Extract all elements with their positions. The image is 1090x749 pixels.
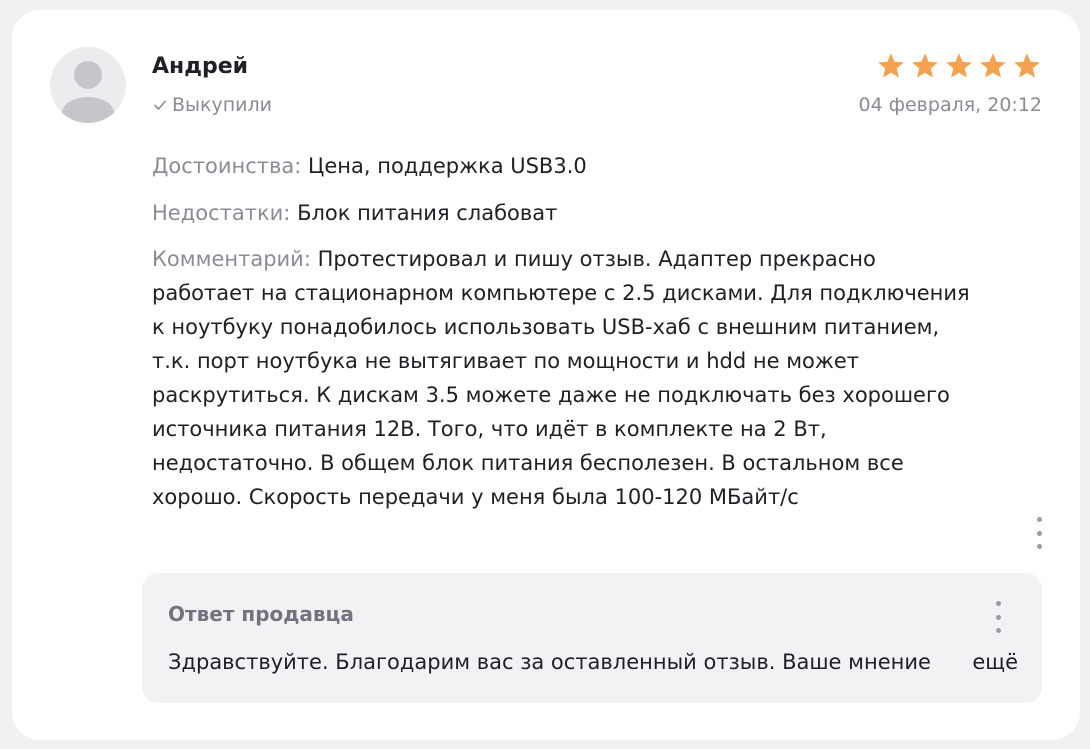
avatar bbox=[50, 47, 126, 123]
comment-text: Протестировал и пишу отзыв. Адаптер прек… bbox=[152, 247, 970, 509]
cons-label: Недостатки: bbox=[152, 201, 291, 225]
review-author: Андрей bbox=[152, 54, 249, 79]
pros-text: Цена, поддержка USB3.0 bbox=[308, 154, 587, 178]
comment-label: Комментарий: bbox=[152, 247, 311, 271]
pros-label: Достоинства: bbox=[152, 154, 302, 178]
seller-reply: Ответ продавца Здравствуйте. Благодарим … bbox=[142, 573, 1042, 703]
user-avatar-icon bbox=[62, 61, 114, 123]
cons-text: Блок питания слабоват bbox=[297, 201, 558, 225]
reply-more-vertical-icon[interactable] bbox=[993, 601, 1003, 633]
star-icon bbox=[946, 53, 972, 78]
star-icon bbox=[980, 53, 1006, 78]
star-icon bbox=[878, 53, 904, 78]
review-card: Андрей Выкупили 04 февраля, 20:12 Достои… bbox=[12, 10, 1080, 740]
seller-reply-title: Ответ продавца bbox=[168, 602, 354, 626]
seller-reply-text: Здравствуйте. Благодарим вас за оставлен… bbox=[168, 645, 1018, 679]
review-pros: Достоинства: Цена, поддержка USB3.0 bbox=[152, 149, 587, 183]
star-icon bbox=[912, 53, 938, 78]
reply-expand-link[interactable]: ещё bbox=[928, 645, 1018, 679]
more-vertical-icon[interactable] bbox=[1034, 517, 1044, 549]
review-comment: Комментарий: Протестировал и пишу отзыв.… bbox=[152, 242, 982, 514]
seller-reply-body: Здравствуйте. Благодарим вас за оставлен… bbox=[168, 650, 931, 674]
star-rating bbox=[876, 51, 1042, 81]
verified-label: Выкупили bbox=[172, 94, 273, 116]
verified-purchase-badge: Выкупили bbox=[152, 94, 272, 116]
expand-more-label[interactable]: ещё bbox=[972, 645, 1018, 679]
review-cons: Недостатки: Блок питания слабоват bbox=[152, 196, 557, 230]
check-icon bbox=[154, 100, 166, 110]
star-icon bbox=[1014, 53, 1040, 78]
review-date: 04 февраля, 20:12 bbox=[858, 94, 1042, 116]
